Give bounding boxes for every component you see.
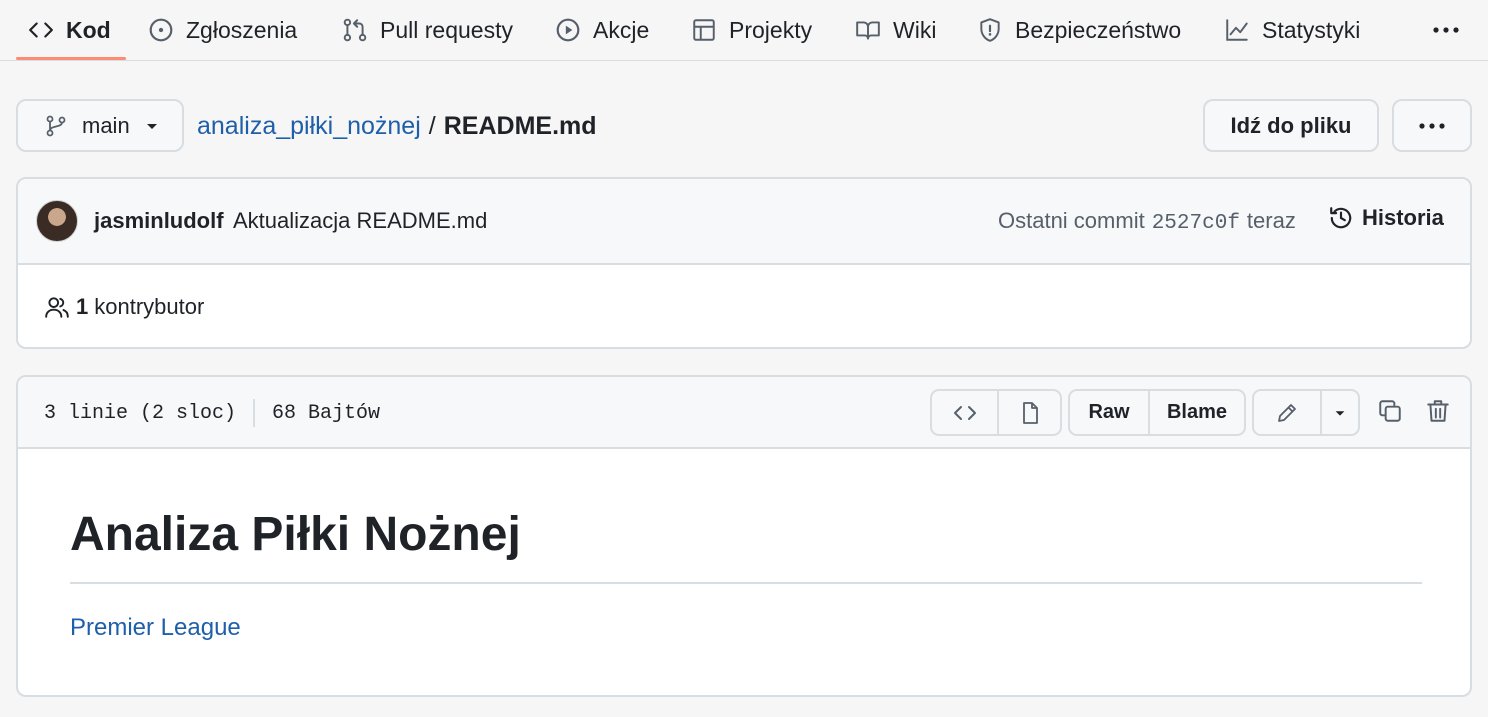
file-info-divider [253, 399, 256, 427]
kebab-horizontal-icon [1419, 122, 1445, 129]
contributors-label: kontrybutor [94, 294, 205, 319]
breadcrumb-repo-link[interactable]: analiza_piłki_nożnej [197, 112, 421, 141]
commit-header: jasminludolf Aktualizacja README.md Osta… [18, 179, 1470, 265]
people-icon [45, 297, 69, 318]
raw-blame-group: Raw Blame [1068, 389, 1246, 436]
blame-button[interactable]: Blame [1148, 391, 1244, 434]
file-size: 68 Bajtów [272, 401, 381, 425]
commit-time: teraz [1246, 208, 1296, 233]
delete-file-button[interactable] [1422, 395, 1454, 427]
tab-pull-requests[interactable]: Pull requesty [342, 0, 513, 60]
tab-actions-label: Akcje [593, 16, 650, 43]
play-icon [556, 18, 580, 42]
issue-icon [149, 18, 173, 42]
go-to-file-button[interactable]: Idź do pliku [1203, 99, 1379, 152]
file-more-options-button[interactable] [1392, 99, 1472, 152]
breadcrumb: analiza_piłki_nożnej / README.md [197, 108, 597, 144]
view-mode-toggle [930, 389, 1062, 436]
file-lines: 3 linie (2 sloc) [44, 401, 237, 425]
edit-file-button[interactable] [1254, 391, 1320, 434]
table-icon [693, 19, 715, 41]
code-icon [29, 22, 53, 38]
tab-security[interactable]: Bezpieczeństwo [977, 0, 1181, 60]
graph-icon [1226, 19, 1248, 41]
readme-heading: Analiza Piłki Nożnej [70, 508, 521, 561]
tab-issues-label: Zgłoszenia [186, 16, 298, 43]
tab-code-label: Kod [66, 16, 111, 43]
commit-message[interactable]: Aktualizacja README.md [233, 208, 487, 234]
tab-projects[interactable]: Projekty [691, 0, 812, 60]
file-icon [1022, 401, 1038, 424]
last-commit-info: Ostatni commit 2527c0f teraz [998, 208, 1296, 235]
last-commit-label: Ostatni commit [998, 208, 1145, 233]
edit-options-dropdown[interactable] [1320, 391, 1358, 434]
breadcrumb-file: README.md [443, 111, 597, 140]
git-branch-icon [46, 115, 66, 136]
nav-more-button[interactable] [1426, 10, 1466, 50]
branch-name: main [82, 112, 130, 138]
repo-nav: Kod Zgłoszenia Pull requesty Akcje Proje… [0, 0, 1488, 61]
tab-code[interactable]: Kod [28, 0, 111, 60]
tab-pull-requests-label: Pull requesty [380, 16, 513, 43]
caret-down-icon [1335, 410, 1345, 416]
edit-group [1252, 389, 1360, 436]
history-icon [1330, 207, 1352, 229]
file-info: 3 linie (2 sloc) 68 Bajtów [44, 399, 380, 427]
readme-content: Analiza Piłki Nożnej Premier League [70, 449, 1422, 642]
latest-commit-box: jasminludolf Aktualizacja README.md Osta… [16, 177, 1472, 349]
history-button[interactable]: Historia [1328, 205, 1444, 231]
tab-wiki[interactable]: Wiki [855, 0, 936, 60]
branch-select-button[interactable]: main [16, 99, 184, 152]
book-icon [856, 21, 880, 40]
copy-button[interactable] [1374, 395, 1406, 427]
tab-insights[interactable]: Statystyki [1224, 0, 1360, 60]
tab-insights-label: Statystyki [1262, 16, 1361, 43]
commit-sha[interactable]: 2527c0f [1152, 212, 1240, 235]
raw-button[interactable]: Raw [1070, 391, 1148, 434]
contributors-count: 1 [76, 294, 89, 319]
caret-down-icon [146, 123, 157, 129]
display-rendered-button[interactable] [997, 391, 1060, 434]
code-icon [953, 405, 976, 420]
tab-issues[interactable]: Zgłoszenia [148, 0, 297, 60]
commit-author[interactable]: jasminludolf [94, 208, 224, 234]
pencil-icon [1278, 403, 1296, 422]
readme-link[interactable]: Premier League [70, 614, 241, 642]
tab-actions[interactable]: Akcje [555, 0, 649, 60]
tab-projects-label: Projekty [729, 16, 813, 43]
readme-divider [70, 581, 1422, 584]
breadcrumb-separator: / [428, 111, 436, 140]
shield-icon [980, 18, 1000, 42]
file-viewer: 3 linie (2 sloc) 68 Bajtów Raw Blame Ana… [16, 375, 1472, 697]
tab-wiki-label: Wiki [893, 16, 937, 43]
trash-icon [1427, 400, 1449, 422]
avatar[interactable] [36, 200, 78, 242]
kebab-horizontal-icon [1433, 27, 1459, 33]
contributors[interactable]: 1 kontrybutor [44, 294, 204, 320]
display-source-button[interactable] [932, 391, 997, 434]
history-label: Historia [1362, 205, 1444, 230]
tab-security-label: Bezpieczeństwo [1015, 16, 1182, 43]
active-tab-underline [16, 57, 126, 60]
copy-icon [1379, 400, 1401, 422]
pull-request-icon [343, 18, 367, 42]
file-header: 3 linie (2 sloc) 68 Bajtów Raw Blame [18, 377, 1470, 449]
